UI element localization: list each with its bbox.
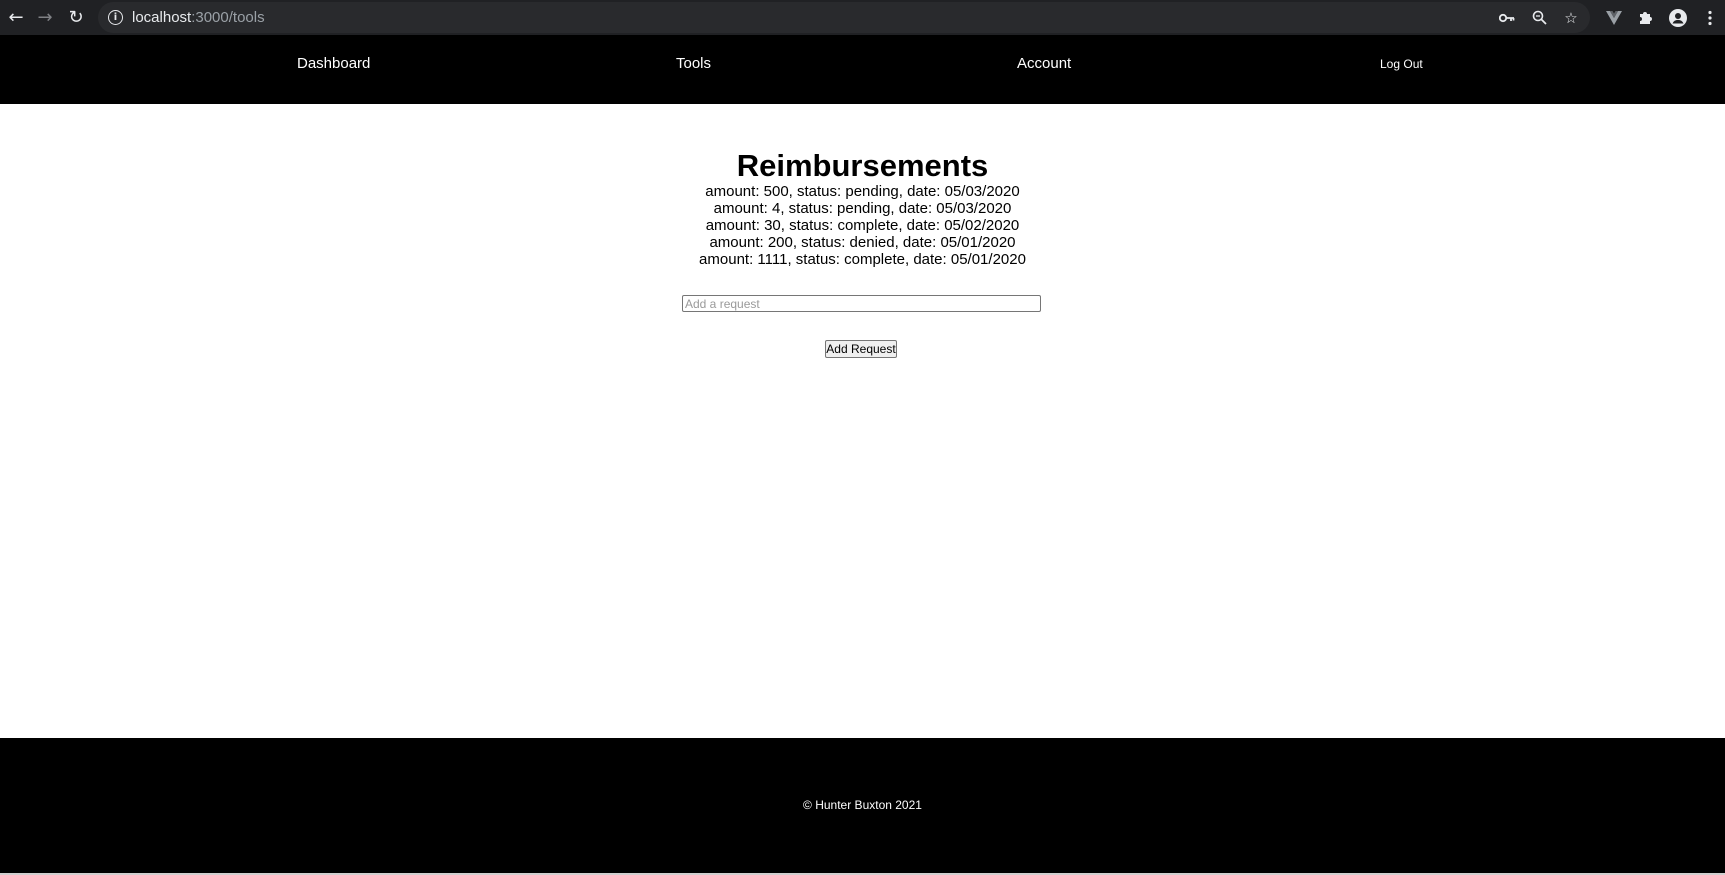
list-item: amount: 200, status: denied, date: 05/01… (709, 234, 1016, 251)
vue-devtools-icon[interactable] (1605, 9, 1623, 27)
reimbursement-list: amount: 500, status: pending, date: 05/0… (0, 183, 1725, 268)
puzzle-icon[interactable] (1637, 9, 1655, 27)
nav-link-account[interactable]: Account (1017, 55, 1071, 72)
site-navbar: Dashboard Tools Account Log Out (0, 35, 1725, 104)
nav-link-dashboard[interactable]: Dashboard (297, 55, 370, 72)
copyright-text: © Hunter Buxton 2021 (803, 798, 922, 812)
page-title: Reimbursements (736, 148, 989, 183)
url-path: :3000/tools (191, 9, 265, 26)
main-content: Reimbursements amount: 500, status: pend… (0, 104, 1725, 738)
profile-icon[interactable] (1669, 8, 1687, 27)
kebab-menu-icon[interactable] (1701, 9, 1719, 27)
star-icon[interactable]: ☆ (1562, 9, 1580, 27)
browser-toolbar: ← → ↻ i localhost:3000/tools ☆ (0, 0, 1725, 35)
list-item: amount: 30, status: complete, date: 05/0… (705, 217, 1020, 234)
add-request-button[interactable]: Add Request (825, 340, 897, 358)
nav-link-tools[interactable]: Tools (676, 55, 711, 72)
site-footer: © Hunter Buxton 2021 (0, 738, 1725, 873)
forward-arrow-icon[interactable]: → (29, 1, 61, 33)
url-host: localhost (132, 9, 192, 26)
logout-link[interactable]: Log Out (1380, 57, 1423, 71)
key-icon[interactable] (1498, 9, 1516, 27)
list-item: amount: 500, status: pending, date: 05/0… (705, 183, 1020, 200)
list-item: amount: 1111, status: complete, date: 05… (699, 251, 1026, 268)
back-arrow-icon[interactable]: ← (0, 1, 32, 33)
address-bar[interactable]: i localhost:3000/tools ☆ (98, 2, 1590, 33)
extension-icons (1605, 0, 1719, 35)
list-item: amount: 4, status: pending, date: 05/03/… (713, 200, 1012, 217)
request-input[interactable] (682, 295, 1041, 312)
reload-icon[interactable]: ↻ (60, 1, 92, 33)
url-text[interactable]: localhost:3000/tools (132, 9, 265, 26)
address-bar-actions: ☆ (1498, 2, 1580, 33)
info-icon[interactable]: i (108, 10, 123, 25)
zoom-icon[interactable] (1530, 9, 1548, 27)
